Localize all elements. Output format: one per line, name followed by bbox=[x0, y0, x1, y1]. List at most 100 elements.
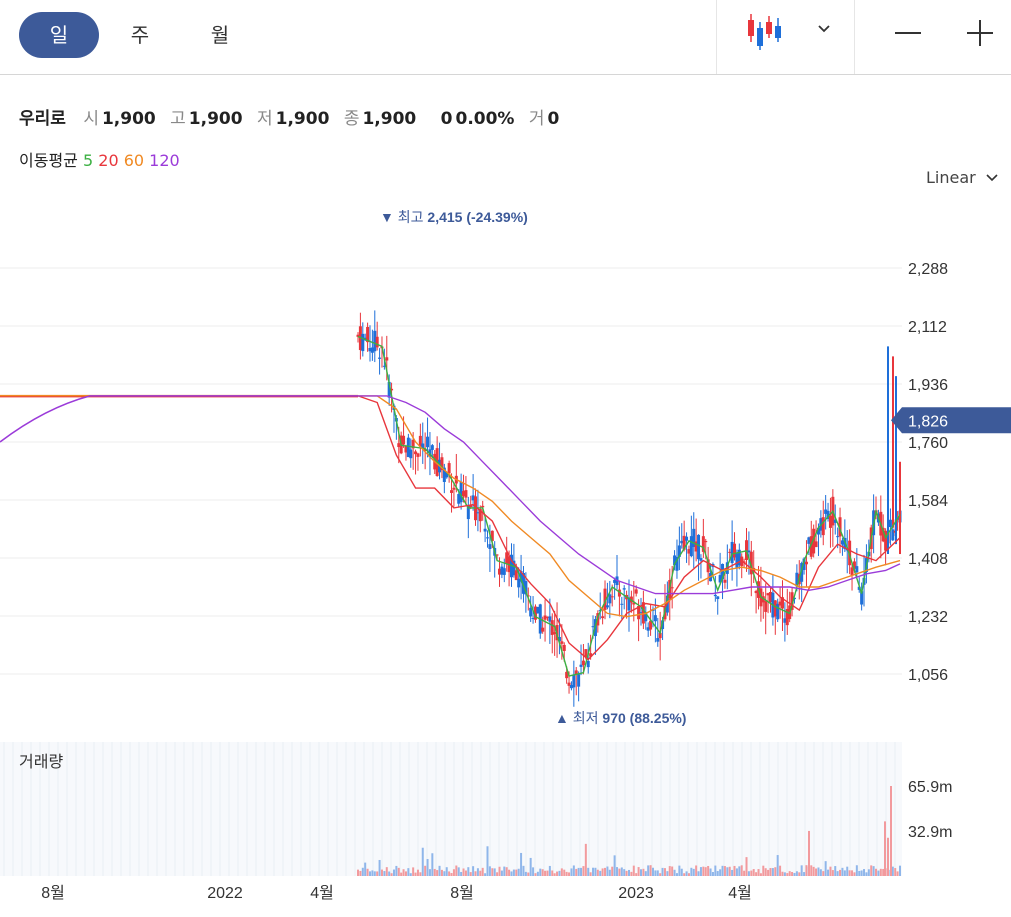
volume-bar bbox=[695, 865, 698, 876]
volume-bar bbox=[762, 865, 765, 876]
volume-bar bbox=[716, 871, 719, 876]
volume-bar bbox=[747, 871, 750, 876]
volume-bar bbox=[536, 871, 539, 876]
candle-body bbox=[385, 357, 389, 361]
volume-bar bbox=[834, 866, 837, 876]
candle-body bbox=[685, 536, 689, 541]
candle-body bbox=[855, 566, 859, 573]
volume-bar bbox=[783, 872, 786, 876]
volume-bar bbox=[791, 872, 794, 876]
current-price-label: 1,826 bbox=[908, 413, 948, 430]
volume-bar bbox=[464, 870, 467, 876]
volume-bar bbox=[824, 861, 827, 876]
volume-bar bbox=[534, 873, 537, 876]
volume-bar bbox=[397, 867, 400, 876]
candle-body bbox=[634, 589, 638, 594]
candle-body bbox=[541, 627, 545, 632]
volume-bar bbox=[541, 869, 544, 876]
volume-bar bbox=[553, 873, 556, 876]
price-chart[interactable]: 2,288 2,112 1,936 1,760 1,584 1,408 1,232 1,056… bbox=[0, 0, 1011, 917]
volume-bar bbox=[628, 869, 630, 876]
volume-bar bbox=[546, 870, 549, 876]
price-tick-label: 2,112 bbox=[908, 319, 947, 336]
volume-bar bbox=[520, 852, 523, 876]
volume-bar bbox=[548, 865, 551, 876]
candle-body bbox=[608, 594, 612, 604]
volume-bar bbox=[623, 869, 626, 876]
volume-bar bbox=[771, 868, 774, 876]
volume-bar bbox=[836, 871, 839, 876]
volume-bar bbox=[462, 868, 465, 876]
volume-bar bbox=[649, 865, 652, 876]
volume-bar bbox=[843, 870, 846, 876]
volume-bar bbox=[860, 870, 863, 876]
candle-body bbox=[488, 544, 492, 550]
volume-bar bbox=[781, 871, 784, 876]
volume-bar bbox=[831, 870, 834, 876]
candle-body bbox=[586, 660, 590, 668]
volume-bar bbox=[596, 869, 599, 876]
volume-bar bbox=[870, 865, 873, 876]
volume-bar bbox=[412, 867, 415, 876]
price-tick-label: 1,232 bbox=[908, 609, 948, 626]
volume-bar bbox=[704, 867, 707, 876]
volume-bar bbox=[500, 870, 503, 876]
high-annotation-value: 2,415 (-24.39%) bbox=[427, 209, 527, 225]
volume-bar bbox=[894, 868, 897, 876]
volume-bar bbox=[452, 869, 455, 876]
candle-body bbox=[409, 449, 413, 459]
volume-bar bbox=[798, 872, 801, 876]
volume-bar bbox=[436, 870, 439, 876]
candle-body bbox=[481, 505, 485, 508]
low-annotation: ▲ 최저 970 (88.25%) bbox=[555, 710, 686, 726]
volume-bar bbox=[740, 865, 743, 876]
volume-bar bbox=[385, 867, 388, 876]
volume-bar bbox=[611, 866, 614, 876]
volume-bar bbox=[515, 869, 518, 876]
price-tick-label: 1,408 bbox=[908, 551, 948, 568]
volume-bar bbox=[529, 857, 532, 876]
volume-bar bbox=[431, 853, 434, 876]
volume-bar bbox=[786, 873, 789, 876]
volume-bar bbox=[400, 872, 403, 876]
x-tick-label: 2022 bbox=[207, 885, 243, 902]
volume-bar bbox=[671, 866, 674, 876]
volume-bar bbox=[606, 866, 609, 876]
volume-bar bbox=[616, 867, 619, 876]
candle-body bbox=[723, 579, 727, 583]
volume-bar bbox=[467, 867, 470, 876]
volume-bar bbox=[508, 869, 511, 876]
volume-bar bbox=[392, 869, 395, 876]
candle-body bbox=[430, 445, 434, 450]
volume-bar bbox=[757, 869, 760, 876]
volume-bar bbox=[404, 871, 407, 876]
volume-bar bbox=[383, 871, 386, 876]
volume-bar bbox=[899, 865, 901, 876]
volume-bar bbox=[690, 867, 693, 876]
volume-bar bbox=[380, 869, 383, 876]
volume-bar bbox=[683, 873, 686, 876]
volume-bar bbox=[527, 872, 530, 876]
volume-bar bbox=[803, 872, 806, 876]
volume-bar bbox=[755, 872, 758, 876]
candle-body bbox=[447, 463, 451, 474]
volume-bar bbox=[656, 870, 659, 876]
candle-body bbox=[577, 674, 581, 687]
volume-bar bbox=[779, 865, 782, 876]
volume-bar bbox=[517, 868, 520, 876]
price-tick-label: 1,584 bbox=[908, 493, 948, 510]
volume-bar bbox=[503, 866, 506, 876]
volume-bar bbox=[822, 871, 825, 876]
volume-bar bbox=[687, 873, 690, 876]
volume-panel bbox=[0, 742, 902, 876]
volume-bar bbox=[661, 867, 664, 876]
volume-bar bbox=[855, 865, 858, 876]
volume-bar bbox=[366, 868, 369, 876]
ma-120-line bbox=[358, 395, 901, 595]
volume-bar bbox=[810, 865, 813, 876]
low-annotation-value: 970 (88.25%) bbox=[602, 710, 686, 726]
volume-bar bbox=[469, 872, 472, 876]
volume-bar bbox=[522, 865, 525, 876]
volume-bar bbox=[723, 866, 726, 876]
volume-bar bbox=[863, 869, 866, 876]
